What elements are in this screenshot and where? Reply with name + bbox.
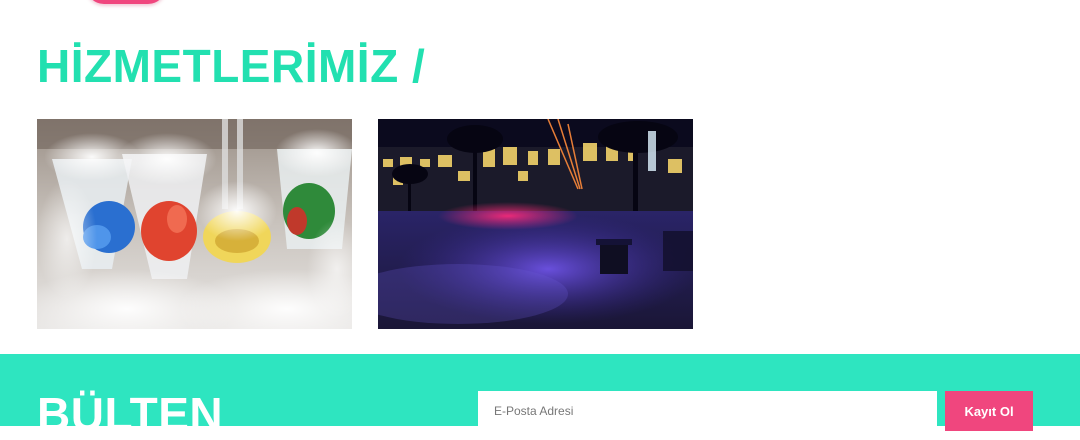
newsletter-email-input[interactable] bbox=[478, 391, 937, 431]
dry-ice-cocktail-image bbox=[37, 119, 352, 329]
subscribe-button[interactable]: Kayıt Ol bbox=[945, 391, 1033, 431]
site-logo[interactable] bbox=[86, 0, 166, 4]
service-card-fog-event[interactable] bbox=[378, 119, 693, 329]
newsletter-title: BÜLTEN bbox=[37, 388, 224, 440]
newsletter-section: BÜLTEN Kayıt Ol bbox=[0, 354, 1080, 439]
night-fog-event-image bbox=[378, 119, 693, 329]
service-card-dry-ice-cocktails[interactable] bbox=[37, 119, 352, 329]
services-section-title: HİZMETLERİMİZ / bbox=[37, 40, 426, 92]
